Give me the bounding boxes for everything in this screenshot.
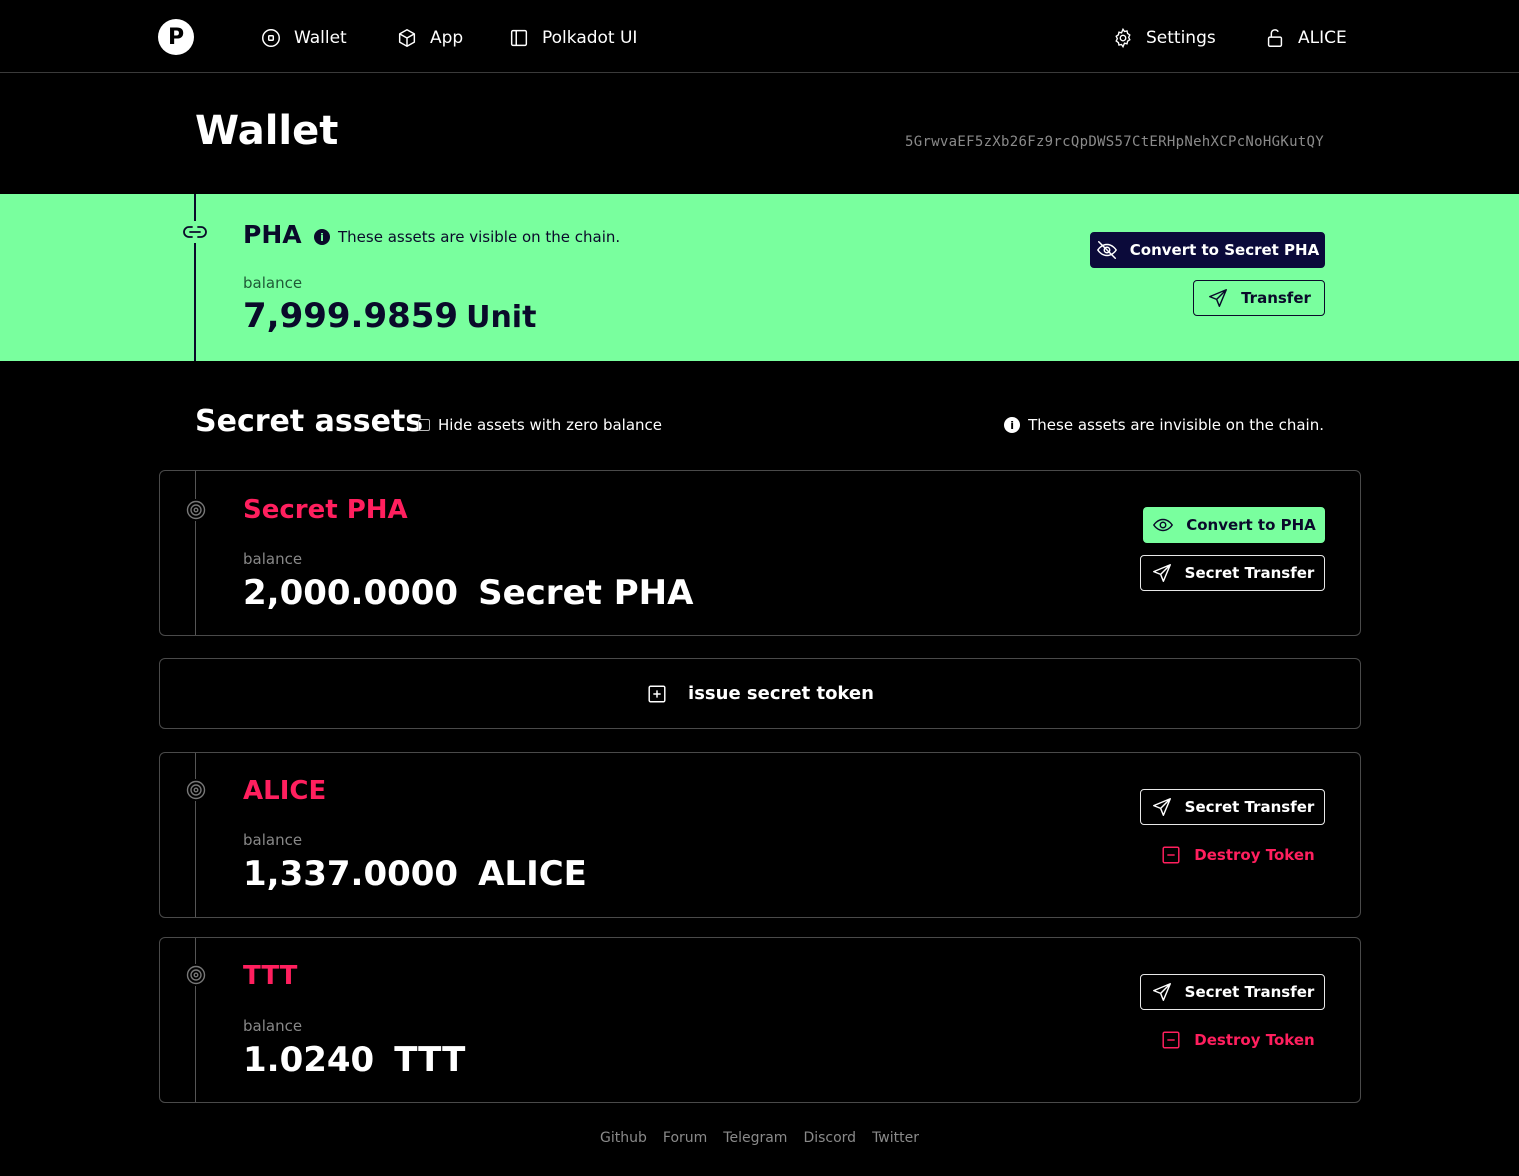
balance-value: 1,337.0000 ALICE [243,854,587,894]
asset-name: TTT [243,961,298,991]
convert-to-pha-label: Convert to PHA [1186,516,1316,534]
destroy-token-button[interactable]: Destroy Token [1150,837,1325,873]
secret-transfer-button[interactable]: Secret Transfer [1140,789,1325,825]
destroy-token-label: Destroy Token [1194,846,1315,864]
nav-settings[interactable]: Settings [1112,26,1216,50]
secret-asset-card-ttt: TTT balance 1.0240 TTT Secret Transfer De… [159,937,1361,1103]
secret-asset-card-secret-pha: Secret PHA balance 2,000.0000 Secret PHA … [159,470,1361,636]
nav-wallet-label: Wallet [294,28,347,48]
nav-account-label: ALICE [1298,28,1347,48]
circle-dot-icon [262,29,280,47]
balance-value: 2,000.0000 Secret PHA [243,573,693,613]
destroy-token-button[interactable]: Destroy Token [1150,1022,1325,1058]
nav-polkadot-ui[interactable]: Polkadot UI [508,26,637,50]
link-icon [181,221,209,243]
info-icon: i [314,229,330,245]
page-title: Wallet [195,108,339,154]
footer-link-discord[interactable]: Discord [803,1130,856,1146]
asset-name: Secret PHA [243,495,408,525]
hide-zero-label: Hide assets with zero balance [438,416,663,434]
pha-balance-label: balance [243,274,303,292]
footer-link-github[interactable]: Github [600,1130,647,1146]
info-icon: i [1004,417,1021,433]
convert-to-secret-pha-button[interactable]: Convert to Secret PHA [1090,232,1325,268]
hide-zero-checkbox[interactable] [418,419,430,431]
pha-timeline-line [194,194,196,361]
footer-link-forum[interactable]: Forum [663,1130,707,1146]
eye-off-icon [1096,241,1117,259]
transfer-button[interactable]: Transfer [1193,280,1325,316]
balance-amount: 1.0240 [243,1040,375,1080]
balance-amount: 2,000.0000 [243,573,459,613]
hide-zero-balance-toggle[interactable]: Hide assets with zero balance [418,416,662,434]
account-address[interactable]: 5GrwvaEF5zXb26Fz9rcQpDWS57CtERHpNehXCPcN… [905,134,1324,150]
nav-wallet[interactable]: Wallet [260,26,347,50]
phala-logo[interactable]: P [158,19,194,55]
secret-transfer-button[interactable]: Secret Transfer [1140,974,1325,1010]
balance-label: balance [243,550,303,568]
secret-asset-card-alice: ALICE balance 1,337.0000 ALICE Secret Tra… [159,752,1361,918]
secret-note-text: These assets are invisible on the chain. [1028,416,1324,434]
top-nav: P Wallet App Polkadot UI Settings ALICE [0,0,1519,73]
minus-square-icon [1162,846,1180,864]
send-icon [1209,289,1228,307]
target-icon [185,499,207,521]
issue-secret-token-label: issue secret token [688,683,874,704]
balance-symbol: Secret PHA [478,573,694,613]
balance-label: balance [243,1017,303,1035]
send-icon [1152,564,1171,582]
card-timeline-line [195,753,196,917]
pha-asset-panel: PHA i These assets are visible on the ch… [0,194,1519,361]
balance-label: balance [243,831,303,849]
pha-balance-unit: Unit [466,300,537,335]
issue-secret-token-button[interactable]: issue secret token [159,658,1361,729]
plus-square-icon [648,684,666,703]
footer-link-telegram[interactable]: Telegram [723,1130,787,1146]
secret-transfer-label: Secret Transfer [1184,798,1315,816]
secret-visibility-note: i These assets are invisible on the chai… [1004,416,1324,434]
balance-amount: 1,337.0000 [243,854,459,894]
convert-to-secret-pha-label: Convert to Secret PHA [1129,241,1320,259]
nav-settings-label: Settings [1146,28,1216,48]
pha-balance: 7,999.9859 Unit [243,296,536,336]
balance-symbol: TTT [394,1040,466,1080]
secret-assets-title: Secret assets [195,404,424,439]
transfer-label: Transfer [1241,289,1311,307]
card-timeline-line [195,938,196,1102]
secret-transfer-label: Secret Transfer [1184,983,1315,1001]
send-icon [1152,798,1171,816]
convert-to-pha-button[interactable]: Convert to PHA [1143,507,1325,543]
minus-square-icon [1162,1031,1180,1049]
pha-balance-value: 7,999.9859 [243,296,459,336]
unlock-icon [1267,29,1283,47]
asset-name: ALICE [243,776,327,806]
pha-asset-name: PHA [243,220,302,249]
panel-icon [510,29,528,47]
footer: Github Forum Telegram Discord Twitter [0,1130,1519,1146]
secret-transfer-label: Secret Transfer [1184,564,1315,582]
footer-link-twitter[interactable]: Twitter [872,1130,919,1146]
cube-icon [398,29,416,47]
pha-visibility-note: i These assets are visible on the chain. [314,228,620,246]
send-icon [1152,983,1171,1001]
secret-transfer-button[interactable]: Secret Transfer [1140,555,1325,591]
eye-icon [1153,518,1174,532]
nav-app[interactable]: App [396,26,463,50]
nav-polkadot-ui-label: Polkadot UI [542,28,638,48]
balance-symbol: ALICE [478,854,587,894]
nav-account[interactable]: ALICE [1264,26,1347,50]
target-icon [185,779,207,801]
destroy-token-label: Destroy Token [1194,1031,1315,1049]
target-icon [185,964,207,986]
card-timeline-line [195,471,196,635]
balance-value: 1.0240 TTT [243,1040,465,1080]
pha-note-text: These assets are visible on the chain. [338,228,621,246]
nav-app-label: App [430,28,464,48]
gear-icon [1115,27,1131,49]
